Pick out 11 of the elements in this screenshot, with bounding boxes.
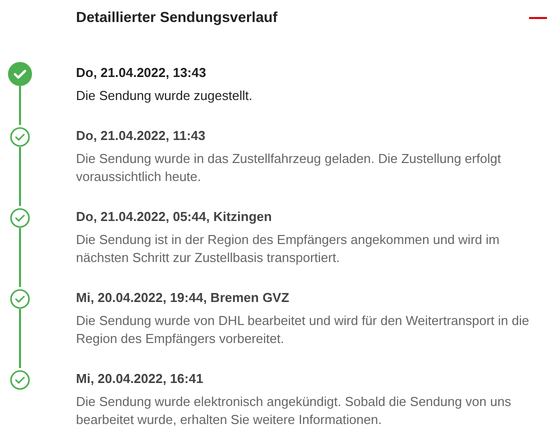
event-timestamp: Mi, 20.04.2022, 19:44, Bremen GVZ xyxy=(76,289,290,307)
event-timestamp: Mi, 20.04.2022, 16:41 xyxy=(76,370,204,388)
event-description: Die Sendung wurde von DHL bearbeitet und wird für den Weitertransport in die Region des Empfängers vorbereitet. xyxy=(76,312,530,348)
section-title: Detaillierter Sendungsverlauf xyxy=(76,10,278,26)
event-timestamp: Do, 21.04.2022, 11:43 xyxy=(76,127,206,145)
event-description: Die Sendung ist in der Region des Empfängers angekommen und wird im nächsten Schritt zur Zustellbasis transportiert. xyxy=(76,231,500,267)
event-description: Die Sendung wurde elektronisch angekündigt. Sobald die Sendung von uns bearbeitet wurde, erhalten Sie weitere Informationen. xyxy=(76,393,512,429)
event-description: Die Sendung wurde zugestellt. xyxy=(76,87,254,105)
event-description: Die Sendung wurde in das Zustellfahrzeug geladen. Die Zustellung erfolgt voraussichtlich heute. xyxy=(76,150,502,186)
event-timestamp: Do, 21.04.2022, 05:44, Kitzingen xyxy=(76,208,273,226)
event-timestamp: Do, 21.04.2022, 13:43 xyxy=(76,64,208,82)
